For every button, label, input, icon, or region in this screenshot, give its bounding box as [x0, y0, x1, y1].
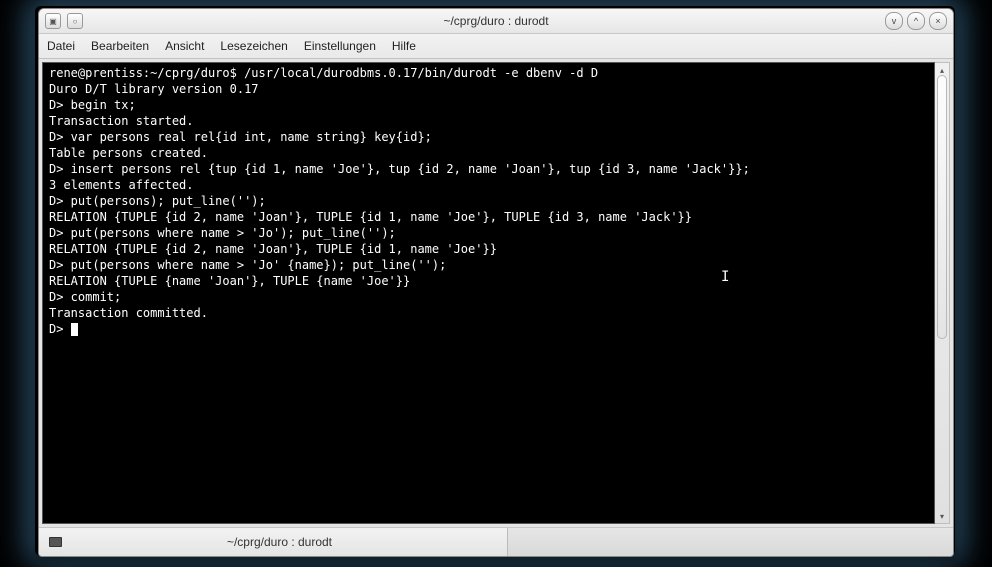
terminal-line: Table persons created. [49, 145, 928, 161]
terminal-line: RELATION {TUPLE {id 2, name 'Joan'}, TUP… [49, 209, 928, 225]
terminal-line: D> commit; [49, 289, 928, 305]
block-cursor [71, 323, 78, 336]
pin-button[interactable]: ○ [67, 13, 83, 29]
tabbar: ~/cprg/duro : durodt [39, 527, 953, 556]
terminal-line: D> put(persons); put_line(''); [49, 193, 928, 209]
terminal-line: 3 elements affected. [49, 177, 928, 193]
scroll-thumb[interactable] [937, 75, 947, 339]
terminal-line: Transaction started. [49, 113, 928, 129]
scrollbar[interactable]: ▴ ▾ [935, 62, 950, 524]
terminal-line: D> put(persons where name > 'Jo'); put_l… [49, 225, 928, 241]
menu-bookmarks[interactable]: Lesezeichen [220, 39, 287, 53]
terminal-line: D> var persons real rel{id int, name str… [49, 129, 928, 145]
terminal-line: Duro D/T library version 0.17 [49, 81, 928, 97]
terminal-line: rene@prentiss:~/cprg/duro$ /usr/local/du… [49, 65, 928, 81]
terminal-window: ▣ ○ ~/cprg/duro : durodt v ^ × Datei Bea… [38, 8, 954, 557]
scroll-track[interactable] [935, 75, 949, 511]
terminal-line: RELATION {TUPLE {name 'Joan'}, TUPLE {na… [49, 273, 928, 289]
close-button[interactable]: × [929, 12, 947, 30]
menu-settings[interactable]: Einstellungen [304, 39, 376, 53]
window-title: ~/cprg/duro : durodt [443, 14, 548, 28]
menu-help[interactable]: Hilfe [392, 39, 416, 53]
terminal-line: D> begin tx; [49, 97, 928, 113]
terminal-line: D> put(persons where name > 'Jo' {name})… [49, 257, 928, 273]
terminal-line: Transaction committed. [49, 305, 928, 321]
menu-file[interactable]: Datei [47, 39, 75, 53]
scroll-down-icon[interactable]: ▾ [937, 511, 947, 521]
menubar: Datei Bearbeiten Ansicht Lesezeichen Ein… [39, 34, 953, 59]
titlebar: ▣ ○ ~/cprg/duro : durodt v ^ × [39, 9, 953, 34]
minimize-button[interactable]: v [885, 12, 903, 30]
terminal-output[interactable]: rene@prentiss:~/cprg/duro$ /usr/local/du… [42, 62, 935, 524]
terminal-icon [49, 537, 62, 547]
scroll-up-icon[interactable]: ▴ [937, 65, 947, 75]
terminal-line: D> insert persons rel {tup {id 1, name '… [49, 161, 928, 177]
terminal-line: RELATION {TUPLE {id 2, name 'Joan'}, TUP… [49, 241, 928, 257]
tab-active[interactable]: ~/cprg/duro : durodt [39, 528, 508, 556]
menu-edit[interactable]: Bearbeiten [91, 39, 149, 53]
menu-view[interactable]: Ansicht [165, 39, 204, 53]
terminal-line: D> [49, 321, 928, 337]
tab-label: ~/cprg/duro : durodt [70, 535, 489, 549]
maximize-button[interactable]: ^ [907, 12, 925, 30]
app-icon: ▣ [45, 13, 61, 29]
